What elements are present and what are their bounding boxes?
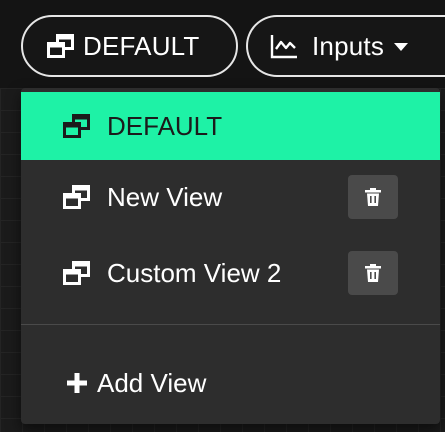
views-dropdown-menu: DEFAULT New View Custom View 2 Add View (21, 88, 440, 424)
window-stack-icon (63, 114, 90, 138)
inputs-label: Inputs (312, 30, 385, 61)
inputs-button[interactable]: Inputs (246, 15, 445, 77)
window-stack-icon (47, 34, 74, 58)
view-item-label: DEFAULT (107, 110, 223, 141)
view-selector-button[interactable]: DEFAULT (21, 15, 238, 77)
view-item-new-view[interactable]: New View (21, 164, 440, 230)
view-item-label: Custom View 2 (107, 257, 282, 288)
add-view-button[interactable]: Add View (21, 348, 440, 418)
line-chart-icon (270, 35, 297, 59)
window-stack-icon (63, 261, 90, 285)
view-item-default[interactable]: DEFAULT (21, 92, 440, 160)
delete-view-button[interactable] (348, 175, 398, 219)
plus-icon (67, 373, 87, 393)
view-selector-label: DEFAULT (83, 30, 200, 61)
view-item-custom-view-2[interactable]: Custom View 2 (21, 240, 440, 306)
window-stack-icon (63, 185, 90, 209)
view-item-label: New View (107, 181, 223, 212)
menu-divider (21, 324, 440, 325)
caret-down-icon (394, 43, 409, 51)
add-view-label: Add View (97, 367, 207, 398)
delete-view-button[interactable] (348, 251, 398, 295)
trash-icon (365, 264, 381, 282)
app-stage: DEFAULT Inputs DEFAULT New View Custom V… (0, 0, 445, 432)
trash-icon (365, 188, 381, 206)
